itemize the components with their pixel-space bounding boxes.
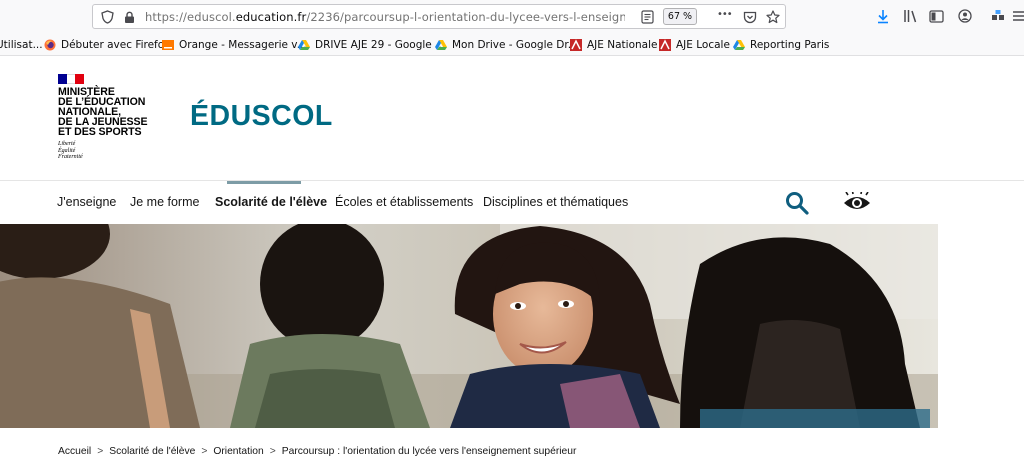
url-path: /2236/parcoursup-l-orientation-du-lycee-… — [306, 10, 625, 24]
eye-icon — [844, 190, 870, 209]
nav-item-scolarite-de-l-eleve[interactable]: Scolarité de l'élève — [215, 195, 327, 209]
breadcrumb-separator: > — [269, 446, 276, 457]
nav-item-j-enseigne[interactable]: J'enseigne — [57, 195, 116, 209]
reader-view-icon[interactable] — [639, 9, 655, 25]
browser-toolbar: https://eduscol.education.fr/2236/parcou… — [0, 0, 1024, 33]
nav-item-disciplines-et-thematiques[interactable]: Disciplines et thématiques — [483, 195, 628, 209]
library-icon[interactable] — [902, 7, 920, 25]
bookmark-item[interactable]: AJE Nationale — [570, 36, 657, 53]
page-actions-icon[interactable]: ••• — [717, 9, 733, 20]
extensions-icon[interactable] — [989, 7, 1007, 25]
main-navigation: J'enseigne Je me forme Scolarité de l'él… — [0, 180, 1024, 224]
eduscol-logo[interactable]: ÉDUSCOL — [190, 100, 333, 133]
republic-motto: Liberté Égalité Fraternité — [58, 141, 168, 161]
bookmark-label: Orange - Messagerie v... — [179, 38, 307, 51]
aje-icon — [570, 38, 582, 51]
aje-icon — [659, 38, 671, 51]
url-bar[interactable]: https://eduscol.education.fr/2236/parcou… — [92, 4, 786, 29]
students-photo — [0, 224, 938, 428]
nav-item-ecoles-et-etablissements[interactable]: Écoles et établissements — [335, 195, 473, 209]
lock-icon[interactable] — [121, 9, 137, 25]
bookmark-item[interactable]: Orange - Messagerie v... — [162, 36, 307, 53]
accessibility-button[interactable] — [842, 190, 872, 214]
nav-item-je-me-forme[interactable]: Je me forme — [130, 195, 199, 209]
nav-active-indicator — [227, 181, 301, 184]
bookmark-label: AJE Locale — [676, 38, 730, 51]
search-button[interactable] — [784, 190, 810, 216]
breadcrumb: Accueil > Scolarité de l'élève > Orienta… — [58, 446, 576, 457]
breadcrumb-link-accueil[interactable]: Accueil — [58, 446, 91, 457]
bookmark-item[interactable]: Utilisat... — [0, 36, 43, 53]
bookmark-item[interactable]: Mon Drive - Google Dr... — [435, 36, 578, 53]
pocket-icon[interactable] — [742, 9, 758, 25]
breadcrumb-separator: > — [201, 446, 208, 457]
bookmarks-toolbar: Utilisat... Débuter avec Firefox Orange … — [0, 33, 1024, 56]
site-header: MINISTÈRE DE L’ÉDUCATION NATIONALE, DE L… — [0, 56, 1024, 180]
bookmark-item[interactable]: Reporting Paris — [733, 36, 829, 53]
google-drive-icon — [733, 39, 745, 50]
ministry-logo[interactable]: MINISTÈRE DE L’ÉDUCATION NATIONALE, DE L… — [58, 74, 168, 161]
breadcrumb-link-scolarite[interactable]: Scolarité de l'élève — [109, 446, 195, 457]
bookmark-label: AJE Nationale — [587, 38, 658, 51]
bookmark-item[interactable]: Débuter avec Firefox — [44, 36, 170, 53]
bookmark-item[interactable]: AJE Locale — [659, 36, 730, 53]
menu-icon[interactable] — [1010, 7, 1024, 25]
search-icon — [786, 192, 809, 215]
bookmark-label: Utilisat... — [0, 38, 43, 51]
url-prefix: https://eduscol. — [145, 10, 236, 24]
downloads-icon[interactable] — [874, 7, 892, 25]
bookmark-star-icon[interactable] — [765, 9, 781, 25]
hero-banner-image — [0, 224, 938, 428]
google-drive-icon — [298, 39, 310, 50]
bookmark-label: Mon Drive - Google Dr... — [452, 38, 578, 51]
url-text[interactable]: https://eduscol.education.fr/2236/parcou… — [145, 10, 625, 24]
sidebar-icon[interactable] — [927, 7, 945, 25]
motto-line: Fraternité — [58, 154, 83, 160]
google-drive-icon — [435, 39, 447, 50]
breadcrumb-link-orientation[interactable]: Orientation — [213, 446, 263, 457]
zoom-level-badge[interactable]: 67 % — [663, 8, 697, 25]
bookmark-label: Débuter avec Firefox — [61, 38, 171, 51]
url-domain: education.fr — [235, 10, 307, 24]
breadcrumb-separator: > — [97, 446, 104, 457]
french-flag-icon — [58, 74, 85, 84]
firefox-icon — [44, 39, 56, 50]
account-icon[interactable] — [956, 7, 974, 25]
shield-icon[interactable] — [99, 9, 115, 25]
bookmark-label: Reporting Paris — [750, 38, 830, 51]
bookmark-item[interactable]: DRIVE AJE 29 - Google ... — [298, 36, 445, 53]
orange-icon — [162, 39, 174, 50]
breadcrumb-current-page: Parcoursup : l'orientation du lycée vers… — [281, 446, 577, 457]
bookmark-label: DRIVE AJE 29 - Google ... — [315, 38, 446, 51]
ministry-name-line: ET DES SPORTS — [58, 126, 142, 138]
browser-window: https://eduscol.education.fr/2236/parcou… — [0, 0, 1024, 476]
